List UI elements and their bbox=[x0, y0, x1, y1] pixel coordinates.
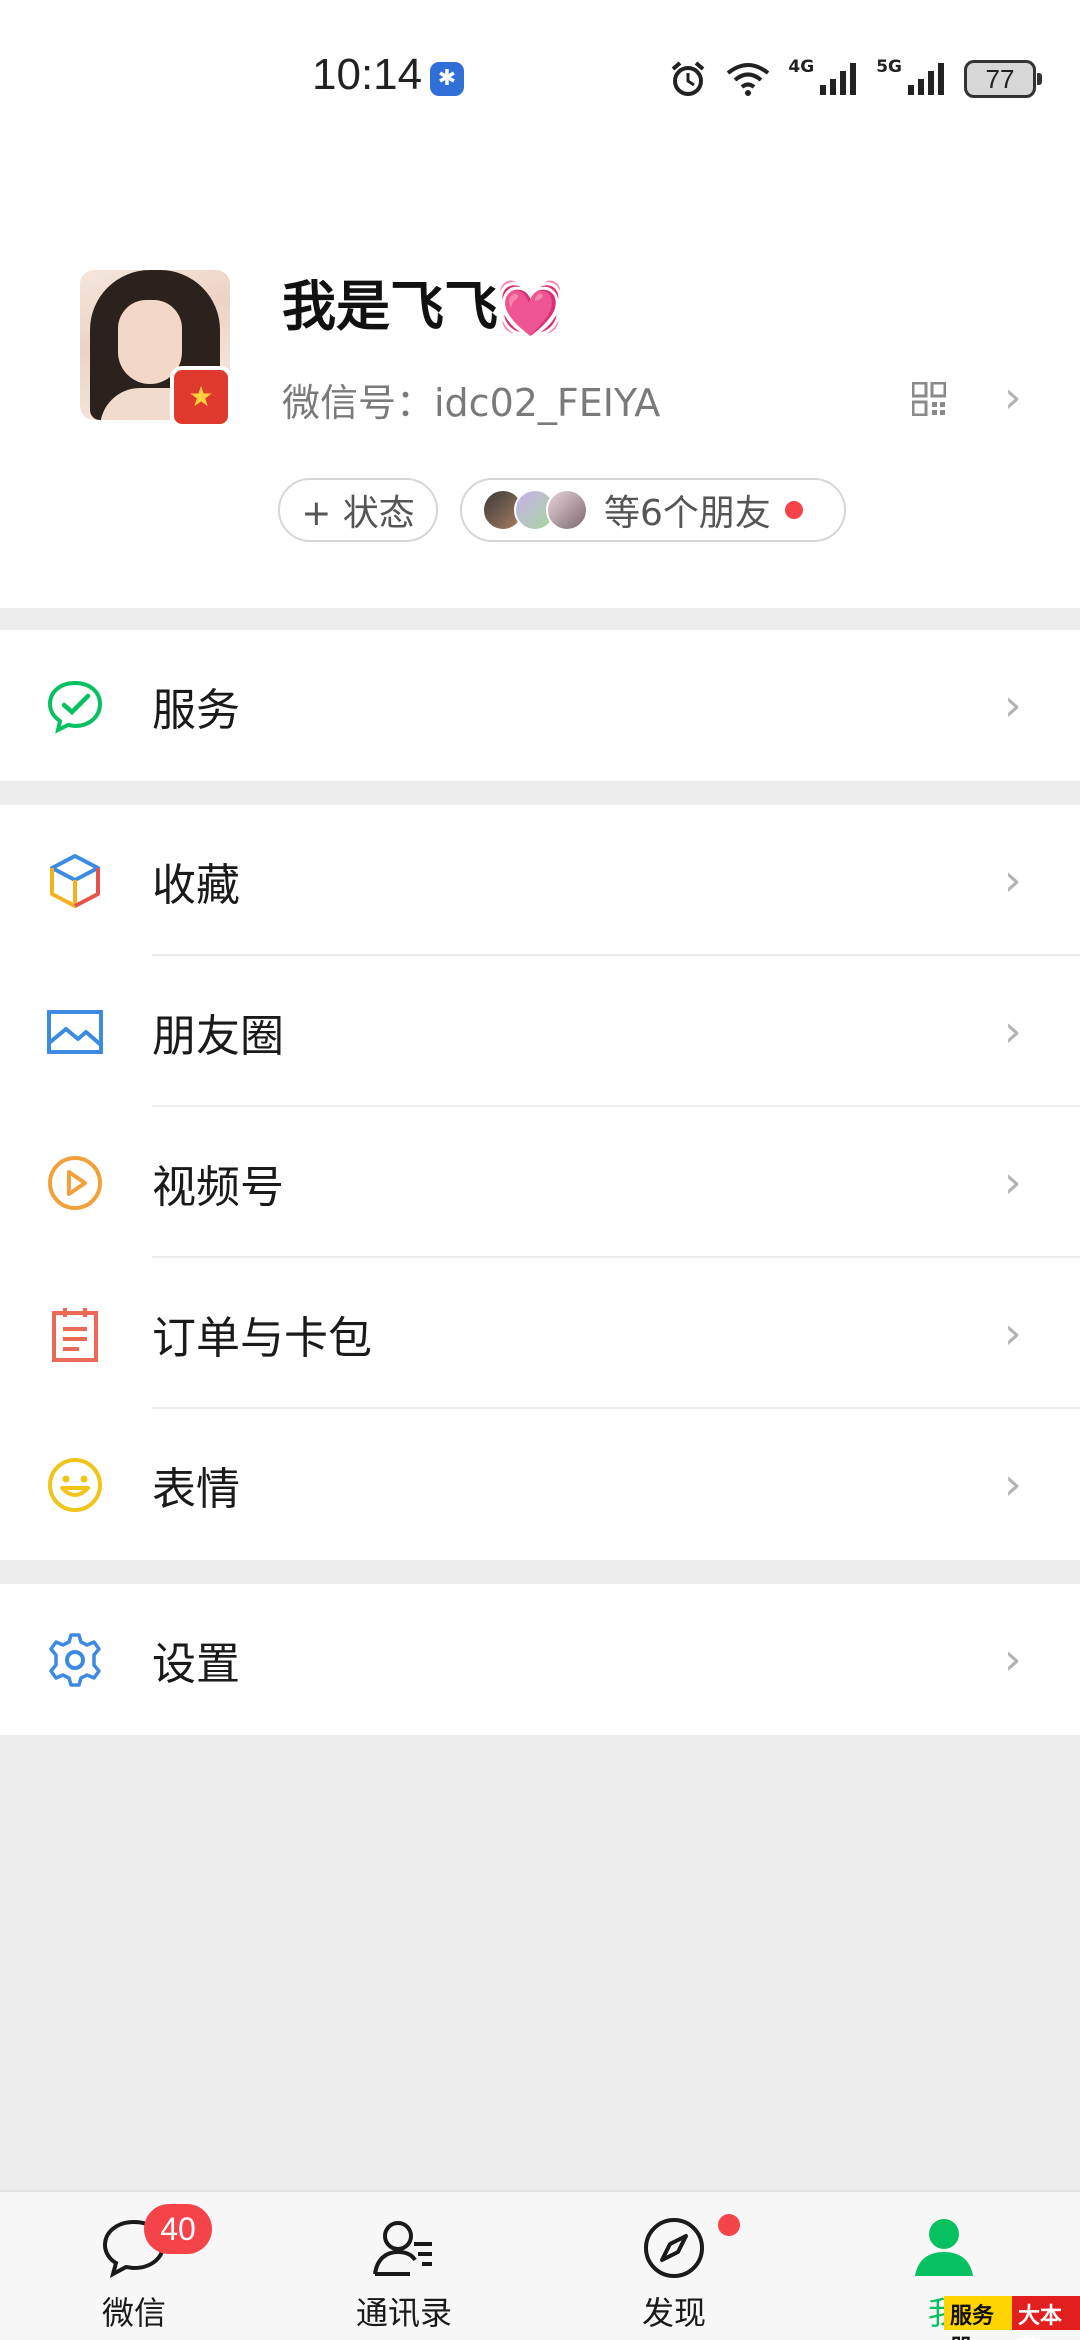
friend-avatar bbox=[546, 489, 588, 531]
status-time: 10:14 bbox=[312, 50, 423, 99]
new-dot bbox=[718, 2214, 740, 2236]
chevron-right-icon: › bbox=[1004, 855, 1022, 906]
contacts-person-icon bbox=[373, 2221, 432, 2276]
chevron-right-icon[interactable]: › bbox=[1004, 372, 1022, 423]
compass-icon bbox=[644, 2218, 704, 2278]
app-notification-icon: ✱ bbox=[430, 62, 464, 96]
status-icons: 4G 5G 77 bbox=[668, 56, 1042, 102]
alarm-icon bbox=[672, 61, 705, 96]
friends-status-text: 等6个朋友 bbox=[604, 493, 771, 534]
unread-dot bbox=[784, 501, 803, 519]
tab-label: 发现 bbox=[641, 2294, 706, 2332]
sticker-smile-icon bbox=[48, 1458, 102, 1512]
tab-label: 通讯录 bbox=[355, 2294, 452, 2332]
signal-icon bbox=[820, 63, 857, 95]
tab-label: 微信 bbox=[101, 2294, 166, 2332]
chevron-right-icon: › bbox=[1004, 1006, 1022, 1057]
signal-icon bbox=[908, 63, 944, 95]
chevron-right-icon: › bbox=[1004, 1634, 1022, 1685]
qr-code-icon[interactable] bbox=[912, 382, 946, 416]
me-person-icon bbox=[915, 2219, 973, 2276]
menu-group-services: 服务 › bbox=[0, 630, 1080, 781]
network-4g-label: 4G bbox=[788, 57, 815, 77]
menu-label: 订单与卡包 bbox=[152, 1312, 372, 1364]
watermark-part1: 服务器 bbox=[944, 2296, 1012, 2340]
menu-label: 服务 bbox=[152, 684, 240, 736]
menu-item-moments[interactable]: 朋友圈 › bbox=[0, 956, 1080, 1107]
add-status-button[interactable]: + 状态 bbox=[278, 478, 438, 542]
menu-group-main: 收藏 › 朋友圈 › 视频号 › 订单与卡包 › 表情 › bbox=[0, 805, 1080, 1560]
friends-status-button[interactable]: 等6个朋友 bbox=[460, 478, 846, 542]
moments-image-icon bbox=[47, 1010, 103, 1054]
status-bar: 10:14 ✱ 4G 5G 77 bbox=[0, 0, 1080, 160]
tab-discover[interactable]: 发现 bbox=[574, 2192, 774, 2340]
nickname-text: 我是飞飞 bbox=[282, 275, 498, 338]
unread-badge: 40 bbox=[144, 2204, 212, 2254]
menu-item-services[interactable]: 服务 › bbox=[0, 630, 1080, 781]
watermark-part2: 大本营 bbox=[1012, 2296, 1080, 2340]
menu-item-favorites[interactable]: 收藏 › bbox=[0, 805, 1080, 956]
menu-item-stickers[interactable]: 表情 › bbox=[0, 1409, 1080, 1560]
favorites-cube-icon bbox=[50, 854, 100, 908]
network-5g-label: 5G bbox=[876, 57, 902, 77]
menu-label: 表情 bbox=[152, 1463, 240, 1515]
menu-item-settings[interactable]: 设置 › bbox=[0, 1584, 1080, 1735]
wechat-id: 微信号：idc02_FEIYA bbox=[282, 381, 661, 425]
bottom-tab-bar: 40 微信 通讯录 发现 我 bbox=[0, 2190, 1080, 2340]
menu-label: 视频号 bbox=[152, 1161, 284, 1213]
channels-play-icon bbox=[48, 1156, 102, 1210]
chevron-right-icon: › bbox=[1004, 680, 1022, 731]
chevron-right-icon: › bbox=[1004, 1308, 1022, 1359]
battery-indicator: 77 bbox=[964, 60, 1042, 98]
orders-clipboard-icon bbox=[52, 1308, 98, 1362]
tab-chats[interactable]: 40 微信 bbox=[34, 2192, 234, 2340]
profile-header[interactable]: ★ 我是飞飞💓 微信号：idc02_FEIYA › + 状态 等6个朋友 bbox=[0, 160, 1080, 608]
menu-item-orders[interactable]: 订单与卡包 › bbox=[0, 1258, 1080, 1409]
nickname: 我是飞飞💓 bbox=[282, 262, 563, 341]
watermark-logo: 服务器 大本营 bbox=[944, 2296, 1080, 2340]
service-check-icon bbox=[47, 680, 103, 734]
menu-label: 收藏 bbox=[152, 859, 240, 911]
menu-label: 朋友圈 bbox=[152, 1010, 284, 1062]
chevron-right-icon: › bbox=[1004, 1157, 1022, 1208]
chevron-right-icon: › bbox=[1004, 1459, 1022, 1510]
wifi-icon bbox=[727, 63, 770, 96]
heart-icon: 💓 bbox=[498, 278, 563, 338]
menu-item-channels[interactable]: 视频号 › bbox=[0, 1107, 1080, 1258]
tab-contacts[interactable]: 通讯录 bbox=[304, 2192, 504, 2340]
menu-group-settings: 设置 › bbox=[0, 1584, 1080, 1735]
settings-gear-icon bbox=[49, 1633, 101, 1687]
menu-label: 设置 bbox=[152, 1638, 240, 1690]
china-flag-icon: ★ bbox=[170, 366, 232, 428]
